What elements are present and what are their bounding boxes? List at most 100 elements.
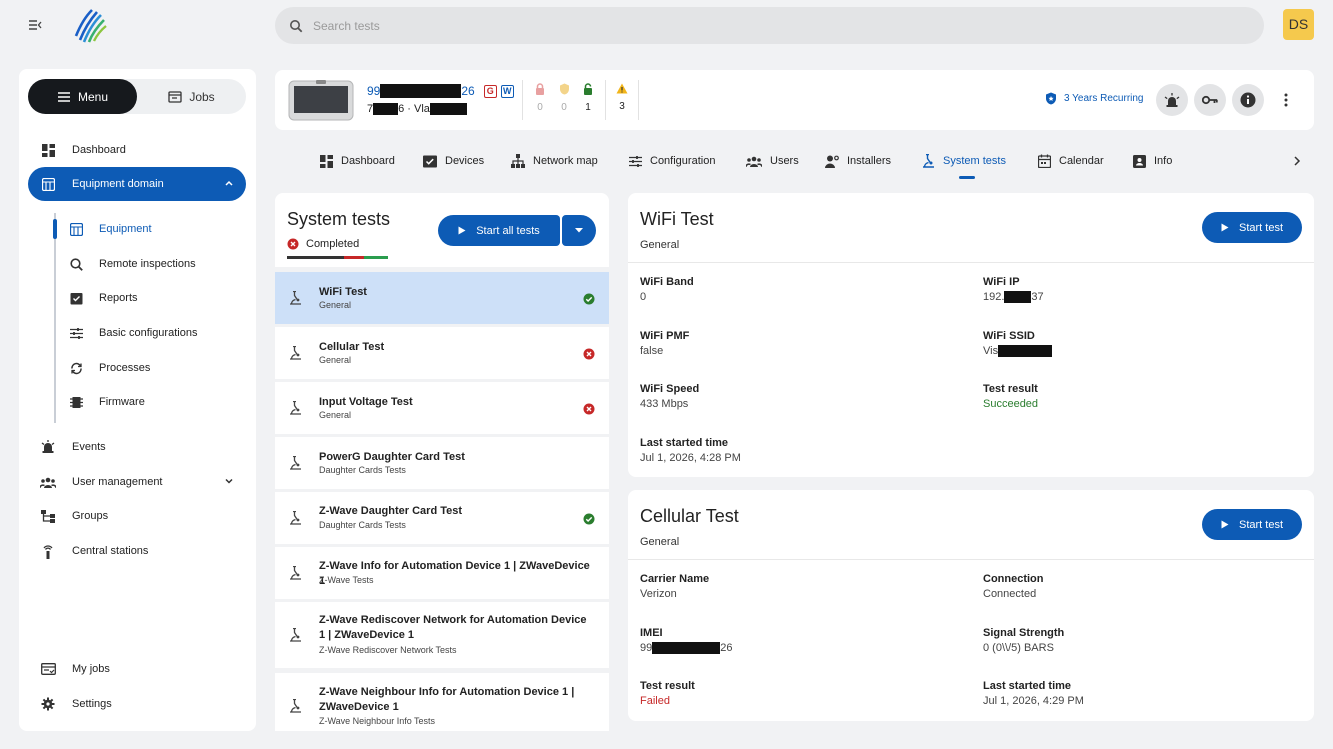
search-bar[interactable] [275,7,1264,44]
test-list-item[interactable]: Z-Wave Daughter Card Test Daughter Cards … [275,492,609,544]
tab-dashboard[interactable]: Dashboard [320,150,395,172]
more-options-icon[interactable] [1280,89,1292,111]
info-button[interactable] [1232,84,1264,116]
sidebar-item-groups[interactable]: Groups [28,499,246,533]
tab-network-map[interactable]: Network map [511,150,598,172]
sidebar-item-dashboard[interactable]: Dashboard [28,133,246,167]
sidebar-item-remote-inspections[interactable]: Remote inspections [66,247,246,281]
sidebar-item-events[interactable]: Events [28,430,246,464]
subscription-badge[interactable]: 3 Years Recurring [1045,92,1144,105]
flask-icon [289,698,302,718]
sidebar-item-processes[interactable]: Processes [66,351,246,385]
sidebar-item-basic-configurations[interactable]: Basic configurations [66,316,246,350]
menu-toggle-button[interactable]: Menu [28,79,137,114]
shield-icon [1046,92,1056,105]
test-list-item[interactable]: Cellular Test General [275,327,609,379]
field-value: 0 (0\\/5) BARS [983,642,1054,654]
field-value: Failed [640,695,670,707]
flask-icon [289,455,302,475]
test-list-item[interactable]: Z-Wave Info for Automation Device 1 | ZW… [275,547,609,599]
test-category: Z-Wave Tests [319,575,374,585]
field-label: WiFi Speed [640,383,700,395]
search-check-icon [68,256,84,272]
collapse-sidebar-icon[interactable] [24,16,46,38]
progress-segment-total [287,256,344,259]
field-label: Last started time [640,437,729,449]
test-list-item[interactable]: Z-Wave Rediscover Network for Automation… [275,602,609,668]
sidebar-item-equipment[interactable]: Equipment [66,212,246,246]
test-name: Z-Wave Rediscover Network for Automation… [319,614,587,641]
check-circle-icon [583,292,595,310]
start-all-tests-button[interactable]: Start all tests [438,215,560,246]
progress-segment-passed [363,256,388,259]
start-test-button[interactable]: Start test [1202,212,1302,243]
redacted-block [429,103,467,115]
flask-icon [289,290,302,310]
jobs-toggle-button[interactable]: Jobs [137,79,246,114]
stat-alarm-locked: 0 [533,83,547,113]
field-label: WiFi SSID [983,330,1035,342]
flask-icon [289,565,302,585]
field-test-result: Test result Succeeded [983,383,1038,410]
submenu-line [54,213,56,423]
field-label: Connection [983,573,1044,585]
test-list-item[interactable]: WiFi Test General [275,272,609,324]
sidebar-item-settings[interactable]: Settings [28,687,246,721]
hierarchy-icon [40,508,56,524]
tab-system-tests[interactable]: System tests [922,150,1006,172]
cellular-test-card: Cellular Test General Start test Carrier… [628,490,1314,721]
tab-users[interactable]: Users [746,150,799,172]
field-wifi-speed: WiFi Speed 433 Mbps [640,383,699,410]
sidebar-item-firmware[interactable]: Firmware [66,385,246,419]
device-id[interactable]: 99 26 G W [367,84,514,98]
tab-info[interactable]: Info [1133,150,1172,172]
tab-installers[interactable]: Installers [825,150,891,172]
lock-icon [536,83,544,95]
badge-w: W [500,84,514,98]
tab-devices[interactable]: Devices [423,150,484,172]
start-all-dropdown-button[interactable] [562,215,596,246]
sidebar-item-equipment-domain[interactable]: Equipment domain [28,167,246,201]
sidebar-item-label: Remote inspections [99,258,196,270]
sidebar-item-reports[interactable]: Reports [66,281,246,315]
field-value: 433 Mbps [640,398,689,410]
progress-segment-failed [343,256,364,259]
tab-label: Calendar [1059,155,1104,167]
test-list-item[interactable]: Z-Wave Neighbour Info for Automation Dev… [275,673,609,731]
sidebar-item-my-jobs[interactable]: My jobs [28,652,246,686]
tab-calendar[interactable]: Calendar [1038,150,1104,172]
sidebar-item-user-management[interactable]: User management [28,465,246,499]
tab-configuration[interactable]: Configuration [629,150,715,172]
brand-logo[interactable] [70,6,110,46]
stat-value: 1 [585,102,591,113]
key-button[interactable] [1194,84,1226,116]
card-title: WiFi Test [640,209,714,229]
test-list-item[interactable]: PowerG Daughter Card Test Daughter Cards … [275,437,609,489]
search-input[interactable] [313,18,1213,33]
device-location: 7 6 · Vla [367,103,467,115]
field-value: 192. 37 [983,291,1044,303]
flask-icon [289,627,302,647]
start-test-button[interactable]: Start test [1202,509,1302,540]
contact-card-icon [1133,154,1146,168]
card-subtitle: General [640,239,680,251]
jobs-list-icon [40,661,56,677]
field-imei: IMEI 99 26 [640,627,733,654]
divider [605,80,606,120]
info-icon [1240,92,1256,108]
chevron-right-icon[interactable] [1292,154,1302,172]
test-category: General [319,300,352,310]
sidebar-item-label: Central stations [72,545,149,557]
card-title: Cellular Test [640,506,739,526]
stat-warnings[interactable]: 3 [615,83,629,112]
test-list-item[interactable]: Input Voltage Test General [275,382,609,434]
field-last-started: Last started time Jul 1, 2026, 4:29 PM [983,680,1084,707]
redacted-block [1004,291,1032,303]
alarm-button[interactable] [1156,84,1188,116]
field-value: false [640,345,664,357]
play-icon [458,226,466,235]
divider [628,262,1314,263]
user-avatar[interactable]: DS [1283,9,1314,40]
active-tab-indicator [959,176,975,179]
sidebar-item-central-stations[interactable]: Central stations [28,534,246,568]
